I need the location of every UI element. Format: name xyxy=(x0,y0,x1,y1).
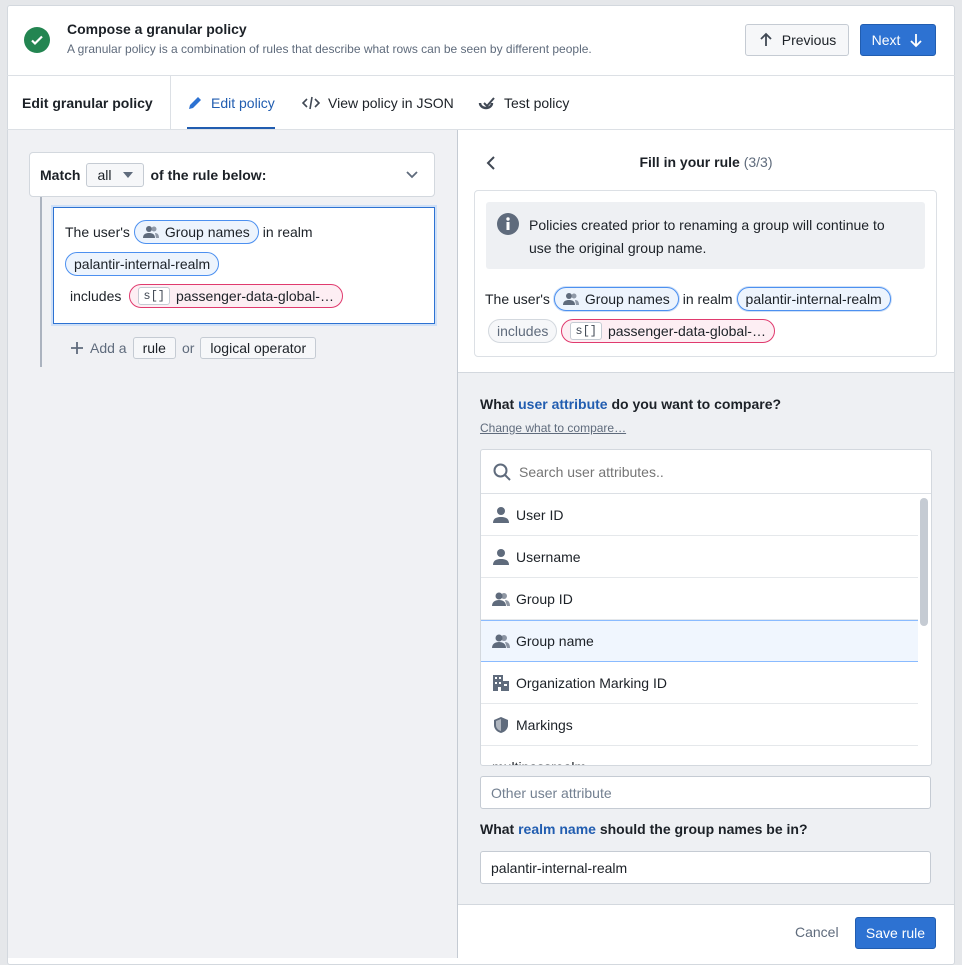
change-compare-link[interactable]: Change what to compare… xyxy=(480,421,626,435)
previous-button[interactable]: Previous xyxy=(745,24,849,56)
cancel-button[interactable]: Cancel xyxy=(795,924,839,940)
match-select[interactable]: all xyxy=(86,162,145,187)
rule-preview-line2: includes s[] passenger-data-global-… xyxy=(488,319,775,343)
section-label: Edit granular policy xyxy=(22,95,153,111)
attribute-label: Organization Marking ID xyxy=(516,674,667,691)
people-icon xyxy=(562,293,579,305)
value-pill[interactable]: s[] passenger-data-global-… xyxy=(561,319,775,343)
caret-down-icon xyxy=(123,171,134,178)
attribute-label: Username xyxy=(516,548,581,565)
attribute-pill[interactable]: Group names xyxy=(133,220,259,244)
success-icon xyxy=(24,27,50,53)
attribute-item[interactable]: multipassrealm xyxy=(481,746,918,766)
attribute-item[interactable]: User ID xyxy=(481,494,918,536)
type-tag: s[] xyxy=(138,287,170,305)
people-icon xyxy=(492,634,510,648)
attribute-label: User ID xyxy=(516,506,564,523)
chevron-down-icon[interactable] xyxy=(406,170,418,179)
next-label: Next xyxy=(871,32,901,48)
next-button[interactable]: Next xyxy=(860,24,936,56)
person-icon xyxy=(493,548,509,565)
attribute-list: User ID Username Group ID Group name Organiz… xyxy=(480,449,932,766)
placeholder-text: Other user attribute xyxy=(491,784,612,801)
tab-label: Test policy xyxy=(504,95,570,111)
page-subtitle: A granular policy is a combination of ru… xyxy=(67,42,592,56)
page-title: Compose a granular policy xyxy=(67,21,247,37)
operator-text: includes xyxy=(70,288,122,304)
plus-icon xyxy=(71,342,83,354)
scrollbar[interactable] xyxy=(920,498,928,626)
rule-box[interactable]: The user's Group names in realm palantir… xyxy=(53,207,435,324)
panel-title: Fill in your rule (3/3) xyxy=(458,154,954,170)
add-a-text: Add a xyxy=(90,340,127,356)
match-value: all xyxy=(97,166,112,183)
tab-edit-policy[interactable]: Edit policy xyxy=(187,76,275,130)
realm-question: What realm name should the group names b… xyxy=(480,821,808,837)
pill-label: Group names xyxy=(164,224,250,240)
value-pill[interactable]: s[] passenger-data-global-… xyxy=(129,284,343,308)
person-icon xyxy=(493,506,509,523)
tab-label: Edit policy xyxy=(211,95,275,111)
pill-label: passenger-data-global-… xyxy=(607,323,766,339)
attribute-item[interactable]: Username xyxy=(481,536,918,578)
attribute-question: What user attribute do you want to compa… xyxy=(480,396,782,412)
rule-text: The user's xyxy=(485,291,550,307)
code-icon xyxy=(302,96,320,110)
step-count: (3/3) xyxy=(743,154,773,170)
add-rule-button[interactable]: rule xyxy=(132,337,176,359)
realm-input[interactable]: palantir-internal-realm xyxy=(480,851,931,884)
arrow-down-icon xyxy=(910,34,923,48)
shield-icon xyxy=(494,716,508,733)
rule-text: The user's xyxy=(65,224,130,240)
type-tag: s[] xyxy=(570,322,602,340)
pencil-icon xyxy=(189,97,201,109)
attribute-item[interactable]: Group ID xyxy=(481,578,918,620)
info-icon xyxy=(497,213,519,235)
pill-label: Group names xyxy=(584,291,670,307)
add-row: Add a rule or logical operator xyxy=(70,337,317,359)
info-callout: Policies created prior to renaming a gro… xyxy=(486,202,925,269)
attribute-item[interactable]: Group name xyxy=(481,620,918,662)
match-card: Match all of the rule below: xyxy=(29,152,435,197)
search-input[interactable] xyxy=(519,463,899,480)
search-row[interactable] xyxy=(481,450,931,494)
rule-text: in realm xyxy=(682,291,733,307)
realm-pill[interactable]: palantir-internal-realm xyxy=(736,287,891,311)
search-icon xyxy=(493,463,511,481)
previous-label: Previous xyxy=(781,32,837,48)
arrow-up-icon xyxy=(760,32,772,46)
operator-pill[interactable]: includes xyxy=(488,319,558,343)
pill-label: passenger-data-global-… xyxy=(175,288,334,304)
tab-label: View policy in JSON xyxy=(328,95,454,111)
info-text: Policies created prior to renaming a gro… xyxy=(529,217,885,256)
rule-preview-line1: The user's Group names in realm palantir… xyxy=(485,287,891,311)
input-value: palantir-internal-realm xyxy=(491,859,628,876)
attribute-item[interactable]: Markings xyxy=(481,704,918,746)
save-rule-button[interactable]: Save rule xyxy=(855,917,936,949)
rule-text: in realm xyxy=(262,224,313,240)
attribute-label: Group name xyxy=(516,633,594,649)
add-logical-operator-button[interactable]: logical operator xyxy=(200,337,317,359)
divider xyxy=(170,76,171,130)
tab-view-json[interactable]: View policy in JSON xyxy=(302,76,454,130)
title-text: Fill in your rule xyxy=(639,154,740,170)
office-icon xyxy=(493,674,509,691)
match-label: Match xyxy=(40,166,81,183)
attribute-label: multipassrealm xyxy=(492,759,586,766)
attribute-label: Markings xyxy=(516,716,573,733)
tab-test-policy[interactable]: Test policy xyxy=(478,76,569,130)
attribute-label: Group ID xyxy=(516,590,573,607)
match-suffix: of the rule below: xyxy=(150,166,267,183)
attribute-item[interactable]: Organization Marking ID xyxy=(481,662,918,704)
people-icon xyxy=(142,226,159,238)
realm-pill[interactable]: palantir-internal-realm xyxy=(65,252,220,276)
or-text: or xyxy=(181,340,195,356)
tree-line xyxy=(40,197,42,367)
test-icon xyxy=(478,97,495,110)
other-attribute-input[interactable]: Other user attribute xyxy=(480,776,931,809)
people-icon xyxy=(492,592,510,606)
attribute-pill[interactable]: Group names xyxy=(553,287,679,311)
